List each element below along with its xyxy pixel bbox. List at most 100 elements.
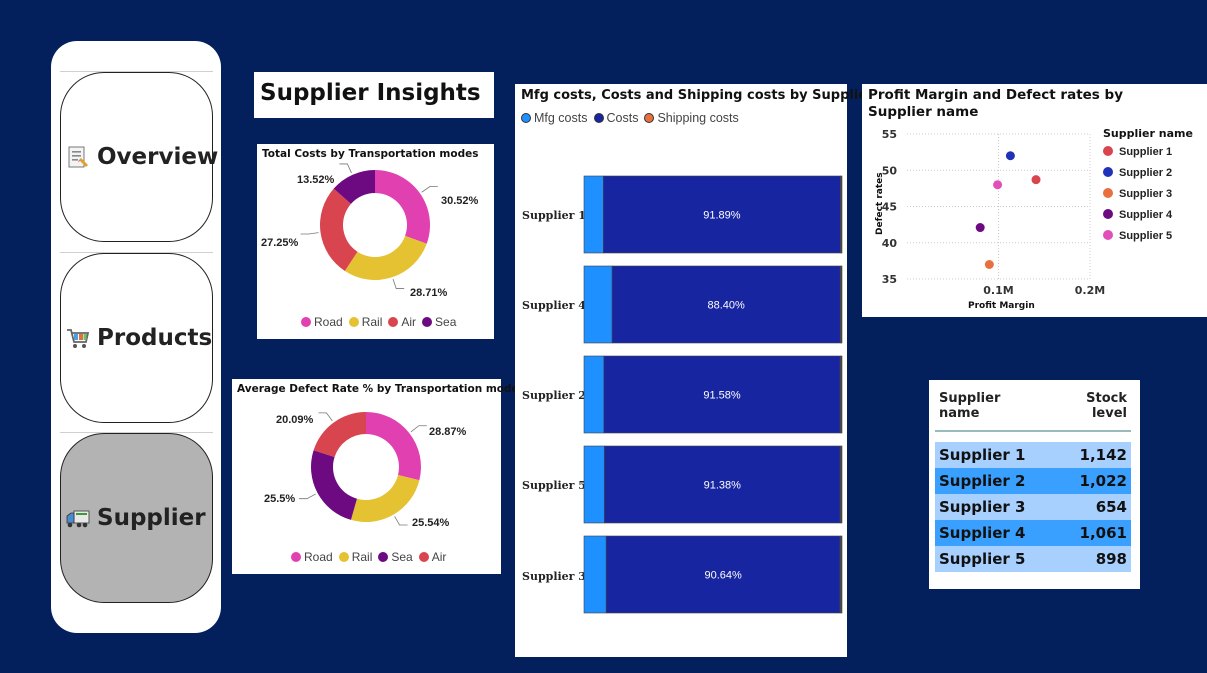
y-tick-label: 55 bbox=[882, 128, 897, 141]
legend-swatch bbox=[348, 317, 359, 327]
donut-slice-road[interactable] bbox=[375, 170, 430, 244]
legend-item-sea[interactable]: Sea bbox=[378, 550, 413, 564]
legend-item-supplier-4[interactable]: Supplier 4 bbox=[1103, 209, 1172, 221]
legend-item-sea[interactable]: Sea bbox=[422, 315, 456, 329]
page-title-card: Supplier Insights bbox=[254, 72, 494, 118]
table-cell: 1,061 bbox=[1045, 520, 1131, 546]
table-cell: 1,142 bbox=[1045, 442, 1131, 468]
table-row[interactable]: Supplier 4 1,061 bbox=[935, 520, 1131, 546]
donut-slice-sea[interactable] bbox=[311, 450, 357, 520]
column-header[interactable]: Supplier name bbox=[935, 386, 1046, 432]
table-row[interactable]: Supplier 2 1,022 bbox=[935, 468, 1131, 494]
legend-swatch bbox=[1103, 188, 1113, 198]
legend-item-rail[interactable]: Rail bbox=[338, 550, 373, 564]
legend-swatch bbox=[1103, 209, 1113, 219]
chart-legend: Road Rail Air Sea bbox=[301, 315, 456, 329]
bar-segment-shipping-costs[interactable] bbox=[839, 445, 843, 524]
scatter-point-supplier-2[interactable] bbox=[1005, 151, 1015, 161]
leader-line bbox=[298, 493, 316, 500]
scatter-legend: Supplier 1 Supplier 2 Supplier 3 Supplie… bbox=[1103, 146, 1172, 251]
table-row[interactable]: Supplier 3 654 bbox=[935, 494, 1131, 520]
legend-item-supplier-2[interactable]: Supplier 2 bbox=[1103, 167, 1172, 179]
legend-item-road[interactable]: Road bbox=[291, 550, 333, 564]
legend-label: Supplier 4 bbox=[1119, 209, 1173, 221]
profit-defect-scatter-card: Profit Margin and Defect rates by Suppli… bbox=[862, 84, 1207, 317]
legend-item-air[interactable]: Air bbox=[418, 550, 447, 564]
scatter-point-supplier-1[interactable] bbox=[1031, 175, 1041, 185]
legend-swatch bbox=[418, 552, 429, 562]
legend-item-supplier-3[interactable]: Supplier 3 bbox=[1103, 188, 1172, 200]
bar-segment-shipping-costs[interactable] bbox=[839, 535, 843, 614]
bar-segment-mfg-costs[interactable] bbox=[583, 175, 604, 254]
bar-segment-mfg-costs[interactable] bbox=[583, 535, 607, 614]
data-label: 30.52% bbox=[441, 195, 479, 207]
table-cell: Supplier 1 bbox=[935, 442, 1046, 468]
data-label: 13.52% bbox=[297, 174, 335, 186]
total-costs-donut-card: Total Costs by Transportation modes 30.5… bbox=[257, 144, 494, 339]
table-row[interactable]: Supplier 5 898 bbox=[935, 546, 1131, 572]
legend-label: Air bbox=[431, 550, 447, 564]
legend-label: Supplier 3 bbox=[1119, 188, 1173, 200]
column-header[interactable]: Stock level bbox=[1045, 386, 1131, 432]
nav-label-products: Products bbox=[97, 325, 213, 351]
table-cell: 654 bbox=[1045, 494, 1131, 520]
nav-panel: Overview Products Supplier bbox=[51, 41, 221, 633]
legend-item-supplier-5[interactable]: Supplier 5 bbox=[1103, 230, 1172, 242]
legend-item-supplier-1[interactable]: Supplier 1 bbox=[1103, 146, 1172, 158]
legend-label: Rail bbox=[351, 550, 373, 564]
leader-line bbox=[410, 425, 427, 433]
data-label: 25.5% bbox=[264, 493, 296, 505]
scatter-point-supplier-3[interactable] bbox=[984, 260, 994, 269]
nav-label-overview: Overview bbox=[97, 144, 219, 170]
legend-item-air[interactable]: Air bbox=[388, 315, 416, 329]
legend-swatch bbox=[388, 317, 399, 327]
y-tick-label: 50 bbox=[882, 164, 898, 177]
nav-button-supplier[interactable]: Supplier bbox=[60, 433, 213, 603]
nav-button-overview[interactable]: Overview bbox=[60, 72, 218, 242]
defect-rate-donut bbox=[298, 412, 427, 526]
bar-segment-mfg-costs[interactable] bbox=[583, 265, 613, 344]
donut-slice-rail[interactable] bbox=[350, 474, 420, 522]
bar-segment-shipping-costs[interactable] bbox=[839, 265, 843, 344]
data-label: 28.71% bbox=[410, 287, 448, 299]
data-label: 91.58% bbox=[703, 390, 741, 402]
legend-label: Supplier 5 bbox=[1119, 230, 1173, 242]
bar-segment-shipping-costs[interactable] bbox=[840, 175, 843, 254]
defect-rate-donut-card: Average Defect Rate % by Transportation … bbox=[232, 379, 525, 574]
nav-button-products[interactable]: Products bbox=[60, 253, 213, 423]
data-label: 28.87% bbox=[429, 426, 467, 438]
legend-label: Road bbox=[304, 550, 333, 564]
legend-item-road[interactable]: Road bbox=[301, 315, 343, 329]
legend-item-rail[interactable]: Rail bbox=[348, 315, 383, 329]
donut-slice-road[interactable] bbox=[366, 412, 421, 481]
leader-line bbox=[339, 163, 352, 174]
bar-segment-mfg-costs[interactable] bbox=[583, 355, 605, 434]
legend-label: Rail bbox=[361, 315, 383, 329]
data-label: 91.89% bbox=[703, 210, 741, 222]
y-tick-label: 45 bbox=[882, 201, 897, 214]
table-cell: Supplier 3 bbox=[935, 494, 1046, 520]
donut-slice-rail[interactable] bbox=[344, 235, 427, 280]
table-row[interactable]: Supplier 1 1,142 bbox=[935, 442, 1131, 468]
scatter-point-supplier-4[interactable] bbox=[975, 223, 985, 233]
stock-level-table: Supplier name Stock level Supplier 1 1,14… bbox=[935, 386, 1131, 572]
data-label: 27.25% bbox=[261, 237, 299, 249]
leader-line bbox=[300, 232, 319, 235]
data-label: 20.09% bbox=[276, 414, 314, 426]
bar-segment-shipping-costs[interactable] bbox=[839, 355, 843, 434]
leader-line bbox=[318, 412, 333, 422]
table-cell: 898 bbox=[1045, 546, 1131, 572]
bar-segment-mfg-costs[interactable] bbox=[583, 445, 605, 524]
legend-swatch bbox=[301, 317, 311, 327]
legend-title: Supplier name bbox=[1103, 127, 1193, 140]
document-icon bbox=[68, 146, 88, 168]
leader-line bbox=[394, 516, 408, 526]
scatter-point-supplier-5[interactable] bbox=[993, 180, 1003, 190]
data-label: 91.38% bbox=[704, 480, 742, 492]
chart-legend: Road Rail Sea Air bbox=[291, 550, 446, 564]
table-cell: 1,022 bbox=[1045, 468, 1131, 494]
donut-slice-air[interactable] bbox=[313, 412, 366, 457]
legend-swatch bbox=[1103, 146, 1113, 156]
legend-swatch bbox=[291, 552, 301, 562]
leader-line bbox=[392, 278, 405, 289]
